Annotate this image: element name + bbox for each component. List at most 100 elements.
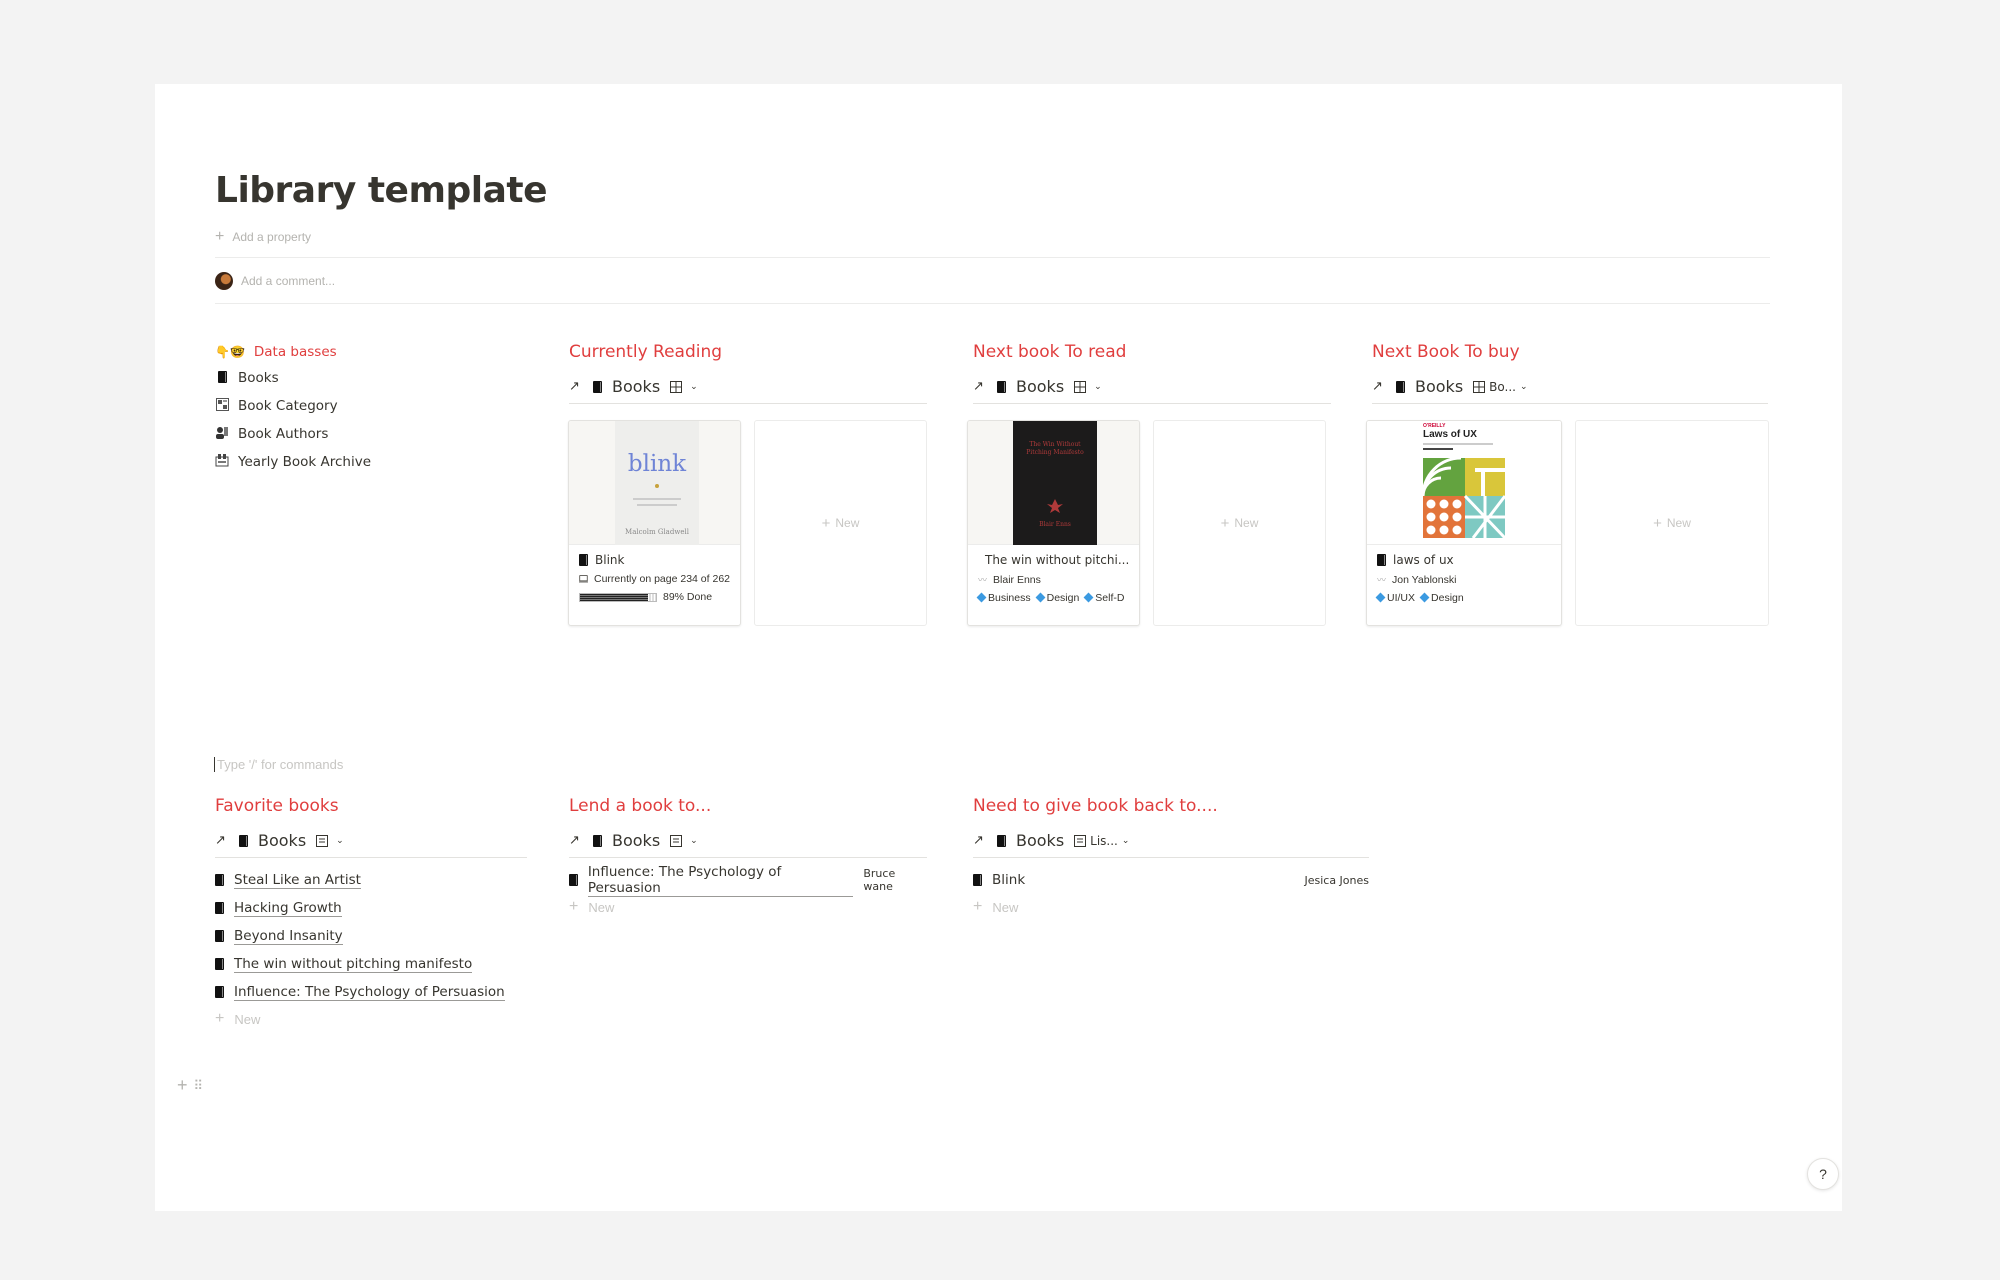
section-heading: Next book To read xyxy=(973,342,1127,362)
borrowed-from-person: Jesica Jones xyxy=(1304,873,1369,887)
database-name[interactable]: Books xyxy=(1415,377,1463,396)
list-favorite-books: Favorite books ↗ Books ⌄ Steal Like an A… xyxy=(215,796,527,1032)
list-item[interactable]: The win without pitching manifesto xyxy=(215,950,527,978)
tag: Design xyxy=(1419,592,1464,604)
new-item-button[interactable]: + New xyxy=(215,1006,527,1032)
database-name[interactable]: Books xyxy=(612,831,660,850)
author-property: 〰 Blair Enns xyxy=(968,567,1139,586)
author-property: 〰 Jon Yablonski xyxy=(1367,567,1561,586)
plus-icon: + xyxy=(569,898,579,915)
list-view-switcher[interactable]: ⌄ xyxy=(316,834,344,847)
gallery-view-switcher[interactable]: ⌄ xyxy=(670,380,698,393)
drag-handle-icon[interactable]: ⠿ xyxy=(194,1078,203,1094)
new-card-button[interactable]: + New xyxy=(754,420,927,626)
tag: Self-D xyxy=(1083,592,1124,604)
divider xyxy=(215,257,1770,258)
list-item[interactable]: Hacking Growth xyxy=(215,894,527,922)
list-item[interactable]: Beyond Insanity xyxy=(215,922,527,950)
cover-author: Blair Enns xyxy=(1039,521,1071,528)
book-card[interactable]: blink Malcolm Gladwell Blink Currently o… xyxy=(568,420,741,626)
reading-progress-text: Currently on page 234 of 262 xyxy=(569,567,740,585)
section-heading: Lend a book to... xyxy=(569,796,712,816)
diamond-icon xyxy=(1083,592,1094,603)
sidebar-item-label: Yearly Book Archive xyxy=(238,454,372,470)
list-item[interactable]: Influence: The Psychology of Persuasion … xyxy=(569,864,927,897)
book-cover: blink Malcolm Gladwell xyxy=(569,421,740,545)
cover-title: Laws of UX xyxy=(1423,429,1477,440)
book-icon xyxy=(1377,554,1386,566)
page-title[interactable]: Library template xyxy=(215,170,548,211)
book-icon xyxy=(215,874,224,886)
new-card-button[interactable]: + New xyxy=(1153,420,1326,626)
list-view-switcher[interactable]: ⌄ xyxy=(670,834,698,847)
database-name[interactable]: Books xyxy=(612,377,660,396)
new-item-button[interactable]: + New xyxy=(973,894,1369,920)
new-item-button[interactable]: + New xyxy=(569,894,927,920)
item-title: Beyond Insanity xyxy=(234,927,343,945)
database-header[interactable]: ↗ Books ⌄ xyxy=(569,370,927,404)
avatar xyxy=(215,272,233,290)
sidebar-item-book-category[interactable]: Book Category xyxy=(215,392,465,420)
laws-of-ux-cover-art-icon xyxy=(1421,456,1507,540)
plus-icon: + xyxy=(1653,514,1662,532)
list-view-icon xyxy=(670,834,683,847)
list-view-icon xyxy=(316,834,329,847)
linked-arrow-icon: ↗ xyxy=(215,833,226,848)
person-icon: 〰 xyxy=(1377,575,1387,585)
chevron-down-icon: ⌄ xyxy=(1094,381,1102,392)
plus-icon: + xyxy=(973,898,983,915)
book-icon xyxy=(215,958,224,970)
diamond-icon xyxy=(976,592,987,603)
list-view-switcher[interactable]: Lis... ⌄ xyxy=(1074,834,1129,848)
sidebar-item-books[interactable]: Books xyxy=(215,364,465,392)
database-header[interactable]: ↗ Books ⌄ xyxy=(973,370,1331,404)
database-name[interactable]: Books xyxy=(1016,831,1064,850)
list-item[interactable]: Steal Like an Artist xyxy=(215,866,527,894)
command-input[interactable]: Type '/' for commands xyxy=(214,757,343,772)
database-header[interactable]: ↗ Books Lis... ⌄ xyxy=(973,824,1369,858)
database-header[interactable]: ↗ Books Bo... ⌄ xyxy=(1372,370,1768,404)
gallery-view-switcher[interactable]: Bo... ⌄ xyxy=(1473,379,1528,394)
add-property-button[interactable]: + Add a property xyxy=(215,228,311,246)
add-block-plus-icon[interactable]: + xyxy=(177,1075,188,1096)
progress-done: 89% Done xyxy=(663,591,713,603)
new-label: New xyxy=(588,899,615,915)
databases-list: 👇🤓 Data basses Books Book Category Book … xyxy=(215,340,465,476)
diamond-icon xyxy=(1035,592,1046,603)
book-icon xyxy=(997,380,1006,393)
section-heading: Next Book To buy xyxy=(1372,342,1520,362)
list-item[interactable]: Blink Jesica Jones xyxy=(973,866,1369,894)
book-icon xyxy=(593,380,602,393)
database-header[interactable]: ↗ Books ⌄ xyxy=(569,824,927,858)
database-name[interactable]: Books xyxy=(1016,377,1064,396)
database-name[interactable]: Books xyxy=(258,831,306,850)
book-icon xyxy=(215,986,224,998)
new-card-button[interactable]: + New xyxy=(1575,420,1769,626)
help-button[interactable]: ? xyxy=(1807,1158,1839,1190)
list-item[interactable]: Influence: The Psychology of Persuasion xyxy=(215,978,527,1006)
book-cover: The Win Without Pitching Manifesto Blair… xyxy=(968,421,1139,545)
book-icon xyxy=(215,902,224,914)
divider xyxy=(215,303,1770,304)
book-card[interactable]: The Win Without Pitching Manifesto Blair… xyxy=(967,420,1140,626)
add-comment-placeholder: Add a comment... xyxy=(241,274,336,288)
book-cover: O'REILLY Laws of UX xyxy=(1367,421,1561,545)
new-label: New xyxy=(1666,516,1691,530)
sidebar-item-book-authors[interactable]: Book Authors xyxy=(215,420,465,448)
book-card[interactable]: O'REILLY Laws of UX laws of ux 〰 Jon Yab… xyxy=(1366,420,1562,626)
gallery-view-switcher[interactable]: ⌄ xyxy=(1074,380,1102,393)
cover-title: blink xyxy=(627,451,687,477)
progress-bar xyxy=(579,592,657,602)
item-title: Influence: The Psychology of Persuasion xyxy=(234,983,505,1001)
view-name: Bo... xyxy=(1489,379,1516,394)
sidebar-item-yearly-book-archive[interactable]: Yearly Book Archive xyxy=(215,448,465,476)
tag: Design xyxy=(1035,592,1079,604)
database-header[interactable]: ↗ Books ⌄ xyxy=(215,824,527,858)
add-comment-field[interactable]: Add a comment... xyxy=(215,272,335,290)
linked-arrow-icon: ↗ xyxy=(973,379,984,394)
progress-bar-row: 89% Done xyxy=(569,585,740,603)
linked-arrow-icon: ↗ xyxy=(569,379,580,394)
diamond-icon xyxy=(1375,592,1386,603)
tags-property: UI/UX Design xyxy=(1367,586,1561,604)
new-label: New xyxy=(1234,516,1259,530)
